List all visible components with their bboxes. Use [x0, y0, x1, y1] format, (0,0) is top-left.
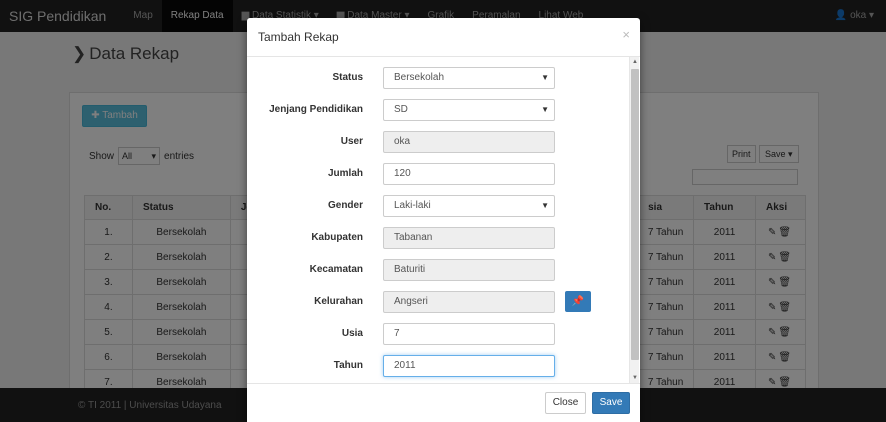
field-jenjang: Jenjang Pendidikan SD ▼: [247, 99, 629, 121]
status-select[interactable]: Bersekolah ▼: [383, 67, 555, 89]
modal-header: Tambah Rekap ×: [247, 18, 640, 57]
scroll-thumb[interactable]: [631, 69, 639, 360]
field-label: Gender: [327, 200, 363, 211]
caret-down-icon: ▼: [541, 201, 549, 210]
save-button[interactable]: Save: [592, 392, 630, 414]
gender-value: Laki-laki: [394, 200, 431, 211]
map-pin-button[interactable]: 📌: [565, 291, 591, 312]
kabupaten-field: Tabanan: [383, 227, 555, 249]
field-label: Status: [332, 72, 363, 83]
modal-body: Status Bersekolah ▼ Jenjang Pendidikan S…: [247, 57, 640, 383]
modal-footer: Close Save: [247, 383, 640, 422]
jumlah-input[interactable]: 120: [383, 163, 555, 185]
field-label: Kecamatan: [309, 264, 363, 275]
status-value: Bersekolah: [394, 72, 445, 83]
field-status: Status Bersekolah ▼: [247, 67, 629, 89]
field-label: Kelurahan: [314, 296, 363, 307]
field-kecamatan: Kecamatan Baturiti: [247, 259, 629, 281]
field-kelurahan: Kelurahan Angseri 📌: [247, 291, 629, 313]
field-label: Jumlah: [327, 168, 363, 179]
user-field: oka: [383, 131, 555, 153]
kelurahan-field: Angseri: [383, 291, 555, 313]
field-label: Kabupaten: [311, 232, 363, 243]
field-user: User oka: [247, 131, 629, 153]
modal-title: Tambah Rekap: [258, 30, 339, 44]
scroll-up-icon[interactable]: ▲: [630, 57, 640, 67]
scroll-down-icon[interactable]: ▼: [630, 373, 640, 383]
modal-scrollbar[interactable]: ▲ ▼: [629, 57, 639, 383]
field-kabupaten: Kabupaten Tabanan: [247, 227, 629, 249]
field-label: User: [340, 136, 363, 147]
field-jumlah: Jumlah 120: [247, 163, 629, 185]
field-tahun: Tahun 2011: [247, 355, 629, 377]
usia-input[interactable]: 7: [383, 323, 555, 345]
field-usia: Usia 7: [247, 323, 629, 345]
pushpin-icon: 📌: [571, 296, 585, 307]
jenjang-value: SD: [394, 104, 408, 115]
tahun-input[interactable]: 2011: [383, 355, 555, 377]
field-label: Tahun: [333, 360, 363, 371]
field-gender: Gender Laki-laki ▼: [247, 195, 629, 217]
close-icon[interactable]: ×: [622, 27, 630, 42]
caret-down-icon: ▼: [541, 73, 549, 82]
gender-select[interactable]: Laki-laki ▼: [383, 195, 555, 217]
caret-down-icon: ▼: [541, 105, 549, 114]
close-button[interactable]: Close: [545, 392, 586, 414]
jenjang-select[interactable]: SD ▼: [383, 99, 555, 121]
field-label: Jenjang Pendidikan: [269, 104, 363, 115]
field-label: Usia: [341, 328, 363, 339]
kecamatan-field: Baturiti: [383, 259, 555, 281]
tambah-rekap-modal: Tambah Rekap × Status Bersekolah ▼ Jenja…: [247, 18, 640, 422]
